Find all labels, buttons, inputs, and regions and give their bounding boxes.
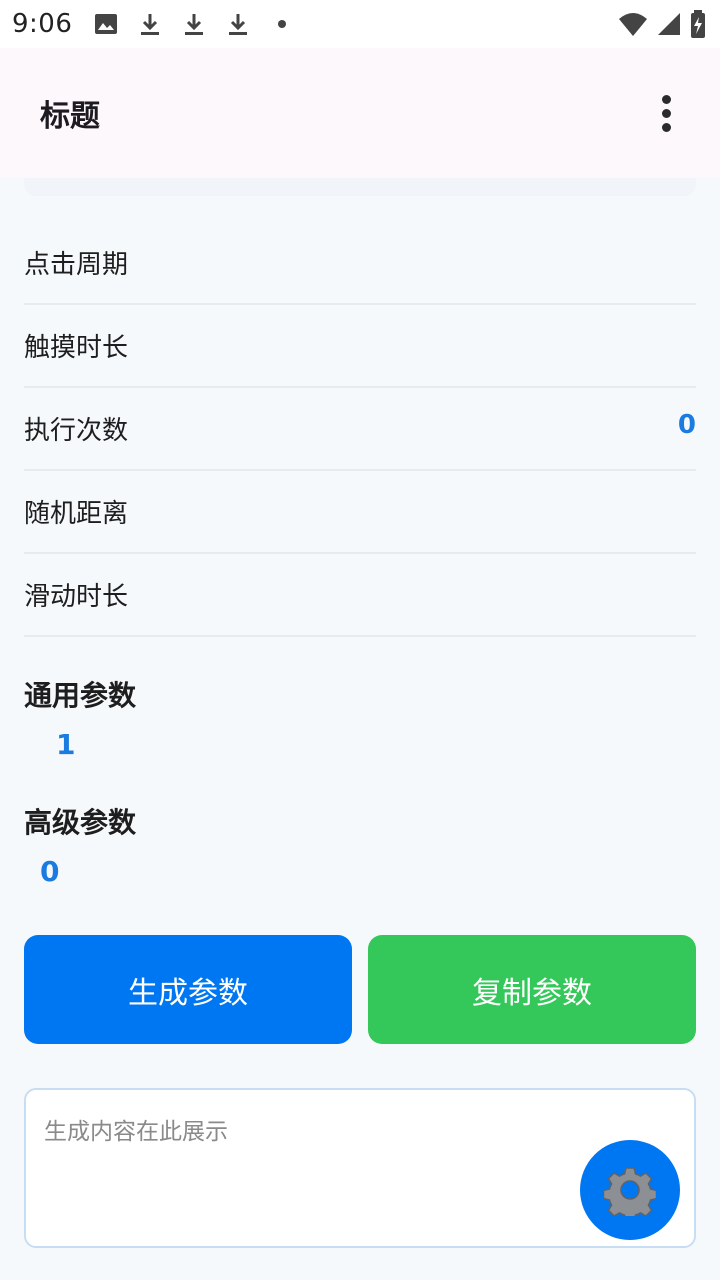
more-options-button[interactable] xyxy=(642,89,690,137)
download-icon xyxy=(229,14,248,35)
more-vert-icon-dot xyxy=(661,122,671,132)
more-vert-icon xyxy=(661,94,671,104)
output-placeholder: 生成内容在此展示 xyxy=(44,1119,228,1145)
generate-params-button[interactable]: 生成参数 xyxy=(24,935,352,1044)
download-icon xyxy=(185,14,204,35)
app-bar: 标题 xyxy=(0,48,720,178)
row-label: 点击周期 xyxy=(24,250,129,280)
row-label: 随机距离 xyxy=(24,499,129,529)
row-label: 触摸时长 xyxy=(24,333,129,363)
general-params-title: 通用参数 xyxy=(24,679,137,712)
app-title: 标题 xyxy=(40,99,100,134)
settings-list: 点击周期 触摸时长 执行次数 0 随机距离 滑动时长 xyxy=(24,222,696,637)
more-vert-icon-dot xyxy=(661,108,671,118)
card-edge xyxy=(24,178,696,196)
copy-params-button[interactable]: 复制参数 xyxy=(368,935,696,1044)
general-params-value: 1 xyxy=(56,728,76,761)
row-label: 滑动时长 xyxy=(24,582,129,612)
gear-icon xyxy=(604,1167,656,1216)
status-time: 9:06 xyxy=(12,9,73,39)
status-bar: 9:06 xyxy=(0,0,720,48)
advanced-params-value: 0 xyxy=(40,855,60,888)
row-click-period[interactable]: 点击周期 xyxy=(24,222,696,305)
download-icon xyxy=(141,14,160,35)
settings-fab[interactable] xyxy=(580,1140,680,1240)
dot-icon xyxy=(278,20,287,28)
row-value: 0 xyxy=(677,410,696,440)
signal-icon xyxy=(658,13,680,35)
row-swipe-duration[interactable]: 滑动时长 xyxy=(24,554,696,637)
advanced-params-title: 高级参数 xyxy=(24,806,137,839)
battery-charging-icon xyxy=(691,10,705,38)
system-icons xyxy=(618,10,706,38)
row-random-distance[interactable]: 随机距离 xyxy=(24,471,696,554)
image-icon xyxy=(95,14,118,34)
row-label: 执行次数 xyxy=(24,416,129,446)
row-touch-duration[interactable]: 触摸时长 xyxy=(24,305,696,388)
notification-icons xyxy=(94,12,294,36)
row-execution-count[interactable]: 执行次数 0 xyxy=(24,388,696,471)
wifi-icon xyxy=(619,13,647,36)
